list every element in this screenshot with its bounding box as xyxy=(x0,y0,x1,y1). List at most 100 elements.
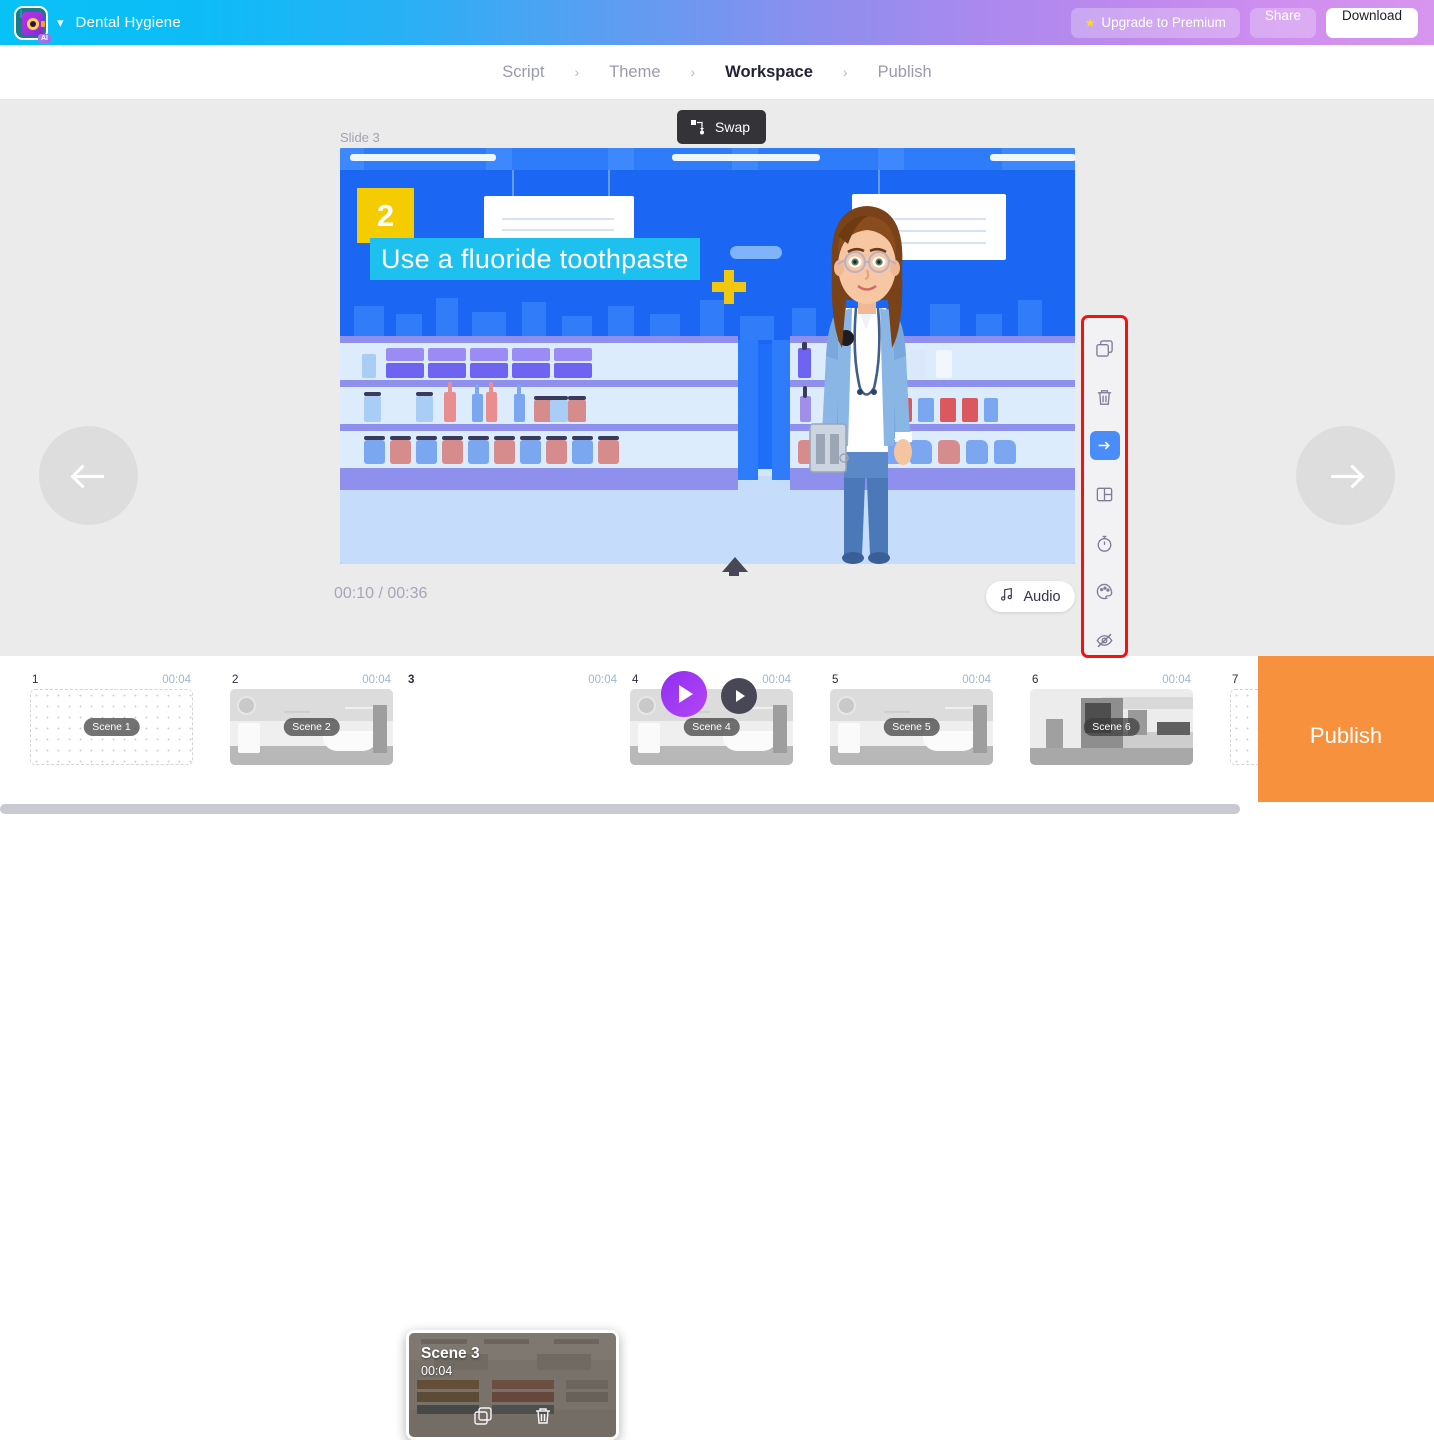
selected-scene-actions xyxy=(409,1406,616,1431)
transition-arrow-icon[interactable] xyxy=(1089,431,1120,461)
project-title: Dental Hygiene xyxy=(75,14,181,31)
scene-index: 2 xyxy=(232,674,239,686)
ceiling-light xyxy=(350,154,496,161)
play-button[interactable] xyxy=(661,671,707,717)
breadcrumb-step-script[interactable]: Script xyxy=(494,63,552,82)
scene-index: 1 xyxy=(32,674,39,686)
palette-icon[interactable] xyxy=(1090,578,1120,607)
preview-play-button[interactable] xyxy=(721,678,757,714)
scene-label: Scene 6 xyxy=(1083,718,1140,736)
play-icon xyxy=(736,690,745,702)
playback-time: 00:10 / 00:36 xyxy=(334,585,428,602)
scene-thumbnail[interactable]: Scene 4 xyxy=(630,689,793,765)
scene-duration: 00:04 xyxy=(588,674,617,686)
audio-label: Audio xyxy=(1023,588,1061,605)
scene-head: 6 00:04 xyxy=(1030,674,1193,689)
scene-thumbnail[interactable]: Scene 6 xyxy=(1030,689,1193,765)
scene-index: 6 xyxy=(1032,674,1039,686)
next-slide-button[interactable] xyxy=(1296,426,1395,525)
ceiling-light xyxy=(990,154,1075,161)
hide-eye-icon[interactable] xyxy=(1090,626,1120,655)
selected-scene-title: Scene 3 xyxy=(421,1345,480,1362)
scene-label: Scene 5 xyxy=(883,718,940,736)
timeline-scene-3[interactable]: 3 00:04 xyxy=(406,674,619,689)
timeline-scene-2[interactable]: 2 00:04 Scene 2 xyxy=(230,674,393,765)
scene-index: 7 xyxy=(1232,674,1239,686)
scene-duration: 00:04 xyxy=(362,674,391,686)
app-logo[interactable]: AI xyxy=(14,5,51,43)
slide-canvas[interactable]: 2 Use a fluoride toothpaste xyxy=(340,148,1075,564)
arrow-left-icon xyxy=(72,459,106,493)
logo-ai-badge: AI xyxy=(38,33,51,43)
scene-head: 5 00:04 xyxy=(830,674,993,689)
app-header: AI ▾ Dental Hygiene ★ Upgrade to Premium… xyxy=(0,0,1434,45)
previous-slide-button[interactable] xyxy=(39,426,138,525)
upgrade-label: Upgrade to Premium xyxy=(1101,15,1226,30)
layout-icon[interactable] xyxy=(1090,480,1120,509)
breadcrumb-step-publish[interactable]: Publish xyxy=(870,63,940,82)
scene-duration: 00:04 xyxy=(962,674,991,686)
selected-scene-duration: 00:04 xyxy=(421,1364,453,1378)
delete-icon[interactable] xyxy=(533,1406,553,1431)
music-note-icon xyxy=(1000,587,1015,606)
scene-head: 3 00:04 xyxy=(406,674,619,689)
slide-number-badge: 2 xyxy=(357,188,414,243)
shelf-tag xyxy=(730,246,782,259)
logo-lens-dot xyxy=(30,20,36,27)
duplicate-icon[interactable] xyxy=(1090,334,1120,363)
publish-button[interactable]: Publish xyxy=(1258,656,1434,816)
scene-head: 4 00:04 xyxy=(630,674,793,689)
logo-accent xyxy=(41,20,45,27)
slide-label: Slide 3 xyxy=(340,130,380,145)
caret-up-icon[interactable] xyxy=(722,557,748,572)
scene-index: 4 xyxy=(632,674,639,686)
timeline-scene-1[interactable]: 1 00:04 Scene 1 xyxy=(30,674,193,765)
duplicate-icon[interactable] xyxy=(473,1406,493,1431)
scene-head: 1 00:04 xyxy=(30,674,193,689)
breadcrumb-step-workspace[interactable]: Workspace xyxy=(717,63,821,82)
pharmacist-character[interactable] xyxy=(808,196,926,564)
breadcrumb: Script › Theme › Workspace › Publish xyxy=(0,45,1434,100)
upgrade-to-premium-button[interactable]: ★ Upgrade to Premium xyxy=(1070,7,1240,38)
scene-duration: 00:04 xyxy=(762,674,791,686)
timeline-scrollbar-track[interactable] xyxy=(0,802,1434,816)
scene-label: Scene 4 xyxy=(683,718,740,736)
timeline-scene-6[interactable]: 6 00:04 Scene 6 xyxy=(1030,674,1193,765)
scene-timeline: 1 00:04 Scene 1 2 00:04 Scene 2 3 00:04 xyxy=(0,656,1434,1440)
scene-index: 5 xyxy=(832,674,839,686)
scene-duration: 00:04 xyxy=(162,674,191,686)
scene-label: Scene 1 xyxy=(83,718,140,736)
plus-marker-icon[interactable] xyxy=(712,270,746,304)
slide-tools-toolbar xyxy=(1081,315,1128,658)
selected-scene-card[interactable]: Scene 3 00:04 xyxy=(406,1330,619,1440)
ceiling-light xyxy=(672,154,820,161)
scene-thumbnail[interactable]: Scene 2 xyxy=(230,689,393,765)
slide-caption[interactable]: Use a fluoride toothpaste xyxy=(370,238,700,280)
swap-icon xyxy=(690,119,706,135)
scene-head: 2 00:04 xyxy=(230,674,393,689)
timer-icon[interactable] xyxy=(1090,529,1120,558)
scene-label: Scene 2 xyxy=(283,718,340,736)
scene-thumbnail[interactable]: Scene 1 xyxy=(30,689,193,765)
scene-duration: 00:04 xyxy=(1162,674,1191,686)
download-button[interactable]: Download xyxy=(1325,7,1418,38)
chevron-down-icon[interactable]: ▾ xyxy=(57,15,64,31)
star-icon: ★ xyxy=(1084,15,1096,30)
breadcrumb-separator: › xyxy=(690,64,696,80)
timeline-scene-5[interactable]: 5 00:04 Scene 5 xyxy=(830,674,993,765)
audio-button[interactable]: Audio xyxy=(986,581,1075,612)
play-icon xyxy=(679,685,693,703)
breadcrumb-separator: › xyxy=(842,64,848,80)
timeline-scrollbar-thumb[interactable] xyxy=(0,804,1240,814)
breadcrumb-step-theme[interactable]: Theme xyxy=(601,63,668,82)
delete-icon[interactable] xyxy=(1090,383,1120,412)
caret-stub xyxy=(729,572,739,576)
scene-thumbnail[interactable]: Scene 5 xyxy=(830,689,993,765)
swap-button[interactable]: Swap xyxy=(677,110,767,144)
timeline-scene-4[interactable]: 4 00:04 Scene 4 xyxy=(630,674,793,765)
share-button[interactable]: Share xyxy=(1249,7,1316,38)
scene-index: 3 xyxy=(408,674,415,686)
arrow-right-icon xyxy=(1329,459,1363,493)
editor-stage: Slide 3 Swap 2 Use a fluoride toothpaste… xyxy=(0,100,1434,717)
swap-label: Swap xyxy=(715,119,751,135)
